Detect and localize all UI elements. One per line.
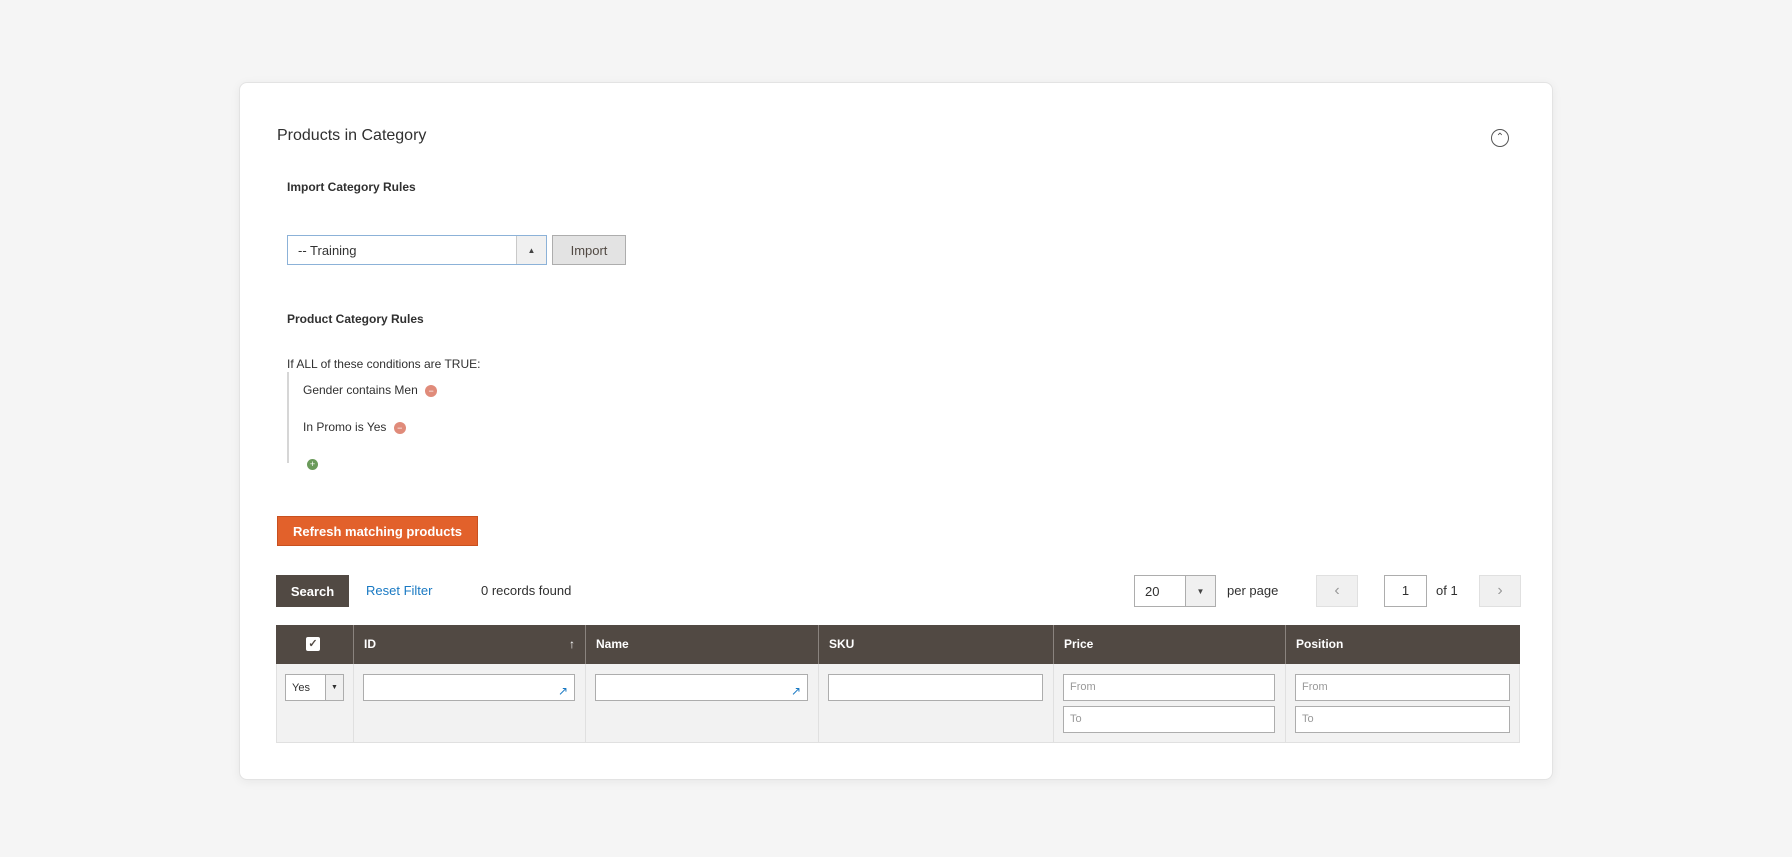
condition-intro-suffix: :: [477, 357, 481, 371]
column-divider: [1285, 664, 1286, 743]
conditions-indent-line: [287, 372, 289, 463]
reset-filter-link[interactable]: Reset Filter: [366, 583, 432, 598]
column-header-sku[interactable]: SKU: [818, 625, 1053, 664]
magic-wand-icon: ↗: [557, 684, 568, 698]
page-count: of 1: [1436, 583, 1458, 598]
condition-operator[interactable]: is: [355, 420, 364, 434]
refresh-matching-products-button[interactable]: Refresh matching products: [277, 516, 478, 546]
price-from-input[interactable]: From: [1063, 674, 1275, 701]
sku-filter-input[interactable]: [828, 674, 1043, 701]
condition-value[interactable]: Men: [394, 383, 417, 397]
import-category-select-value: -- Training: [298, 242, 357, 258]
aggregator-toggle[interactable]: ALL: [296, 357, 317, 371]
column-header-id[interactable]: ID ↑: [353, 625, 585, 664]
previous-page-icon[interactable]: ‹: [1316, 575, 1358, 607]
in-category-filter-value: Yes: [292, 681, 310, 694]
condition-intro-middle: of these conditions are: [320, 357, 442, 371]
search-button[interactable]: Search: [276, 575, 349, 607]
sort-arrow-icon: ↑: [569, 637, 575, 651]
column-header-position[interactable]: Position: [1285, 625, 1520, 664]
import-category-select[interactable]: -- Training ▲: [287, 235, 547, 265]
in-category-filter-select[interactable]: Yes ▼: [285, 674, 344, 701]
import-rules-heading: Import Category Rules: [287, 180, 416, 194]
chevron-up-icon: ▲: [516, 236, 546, 264]
condition-operator[interactable]: contains: [346, 383, 391, 397]
chevron-down-icon: ▼: [325, 675, 343, 700]
column-divider: [353, 664, 354, 743]
column-label: ID: [364, 637, 376, 651]
next-page-icon[interactable]: ›: [1479, 575, 1521, 607]
magic-wand-icon: ↗: [790, 684, 801, 698]
select-all-header[interactable]: ✓: [276, 625, 353, 664]
products-grid: ✓ ID ↑ Name SKU Price Position Yes ▼ ↗ ↗: [276, 625, 1520, 743]
name-filter-input[interactable]: ↗: [595, 674, 808, 701]
condition-row: In Promo is Yes −: [303, 420, 406, 434]
chevron-up-circle-icon[interactable]: ⌃: [1491, 129, 1509, 147]
per-page-value: 20: [1145, 583, 1160, 599]
records-found: 0 records found: [481, 583, 572, 598]
column-divider: [818, 664, 819, 743]
column-header-price[interactable]: Price: [1053, 625, 1285, 664]
condition-value[interactable]: Yes: [367, 420, 387, 434]
category-rules-heading: Product Category Rules: [287, 312, 424, 326]
condition-intro-prefix: If: [287, 357, 294, 371]
condition-row: Gender contains Men −: [303, 383, 438, 397]
per-page-label: per page: [1227, 583, 1279, 598]
position-from-input[interactable]: From: [1295, 674, 1510, 701]
id-filter-input[interactable]: ↗: [363, 674, 575, 701]
chevron-down-icon: ▼: [1185, 576, 1215, 606]
section-title: Products in Category: [277, 127, 427, 144]
grid-header: ✓ ID ↑ Name SKU Price Position: [276, 625, 1520, 664]
column-header-name[interactable]: Name: [585, 625, 818, 664]
products-in-category-panel: Products in Category ⌃ Import Category R…: [239, 82, 1553, 780]
condition-intro: If ALL of these conditions are TRUE:: [287, 357, 480, 371]
remove-condition-icon[interactable]: −: [393, 421, 406, 434]
value-toggle[interactable]: TRUE: [444, 357, 477, 371]
add-condition-icon[interactable]: +: [307, 459, 318, 470]
column-divider: [585, 664, 586, 743]
page-number-input[interactable]: 1: [1384, 575, 1427, 607]
position-to-input[interactable]: To: [1295, 706, 1510, 733]
price-to-input[interactable]: To: [1063, 706, 1275, 733]
checkbox-checked-icon[interactable]: ✓: [306, 637, 320, 651]
column-divider: [1053, 664, 1054, 743]
per-page-select[interactable]: 20 ▼: [1134, 575, 1216, 607]
condition-attribute[interactable]: Gender: [303, 383, 343, 397]
remove-condition-icon[interactable]: −: [425, 384, 438, 397]
condition-attribute[interactable]: In Promo: [303, 420, 352, 434]
import-button[interactable]: Import: [552, 235, 626, 265]
